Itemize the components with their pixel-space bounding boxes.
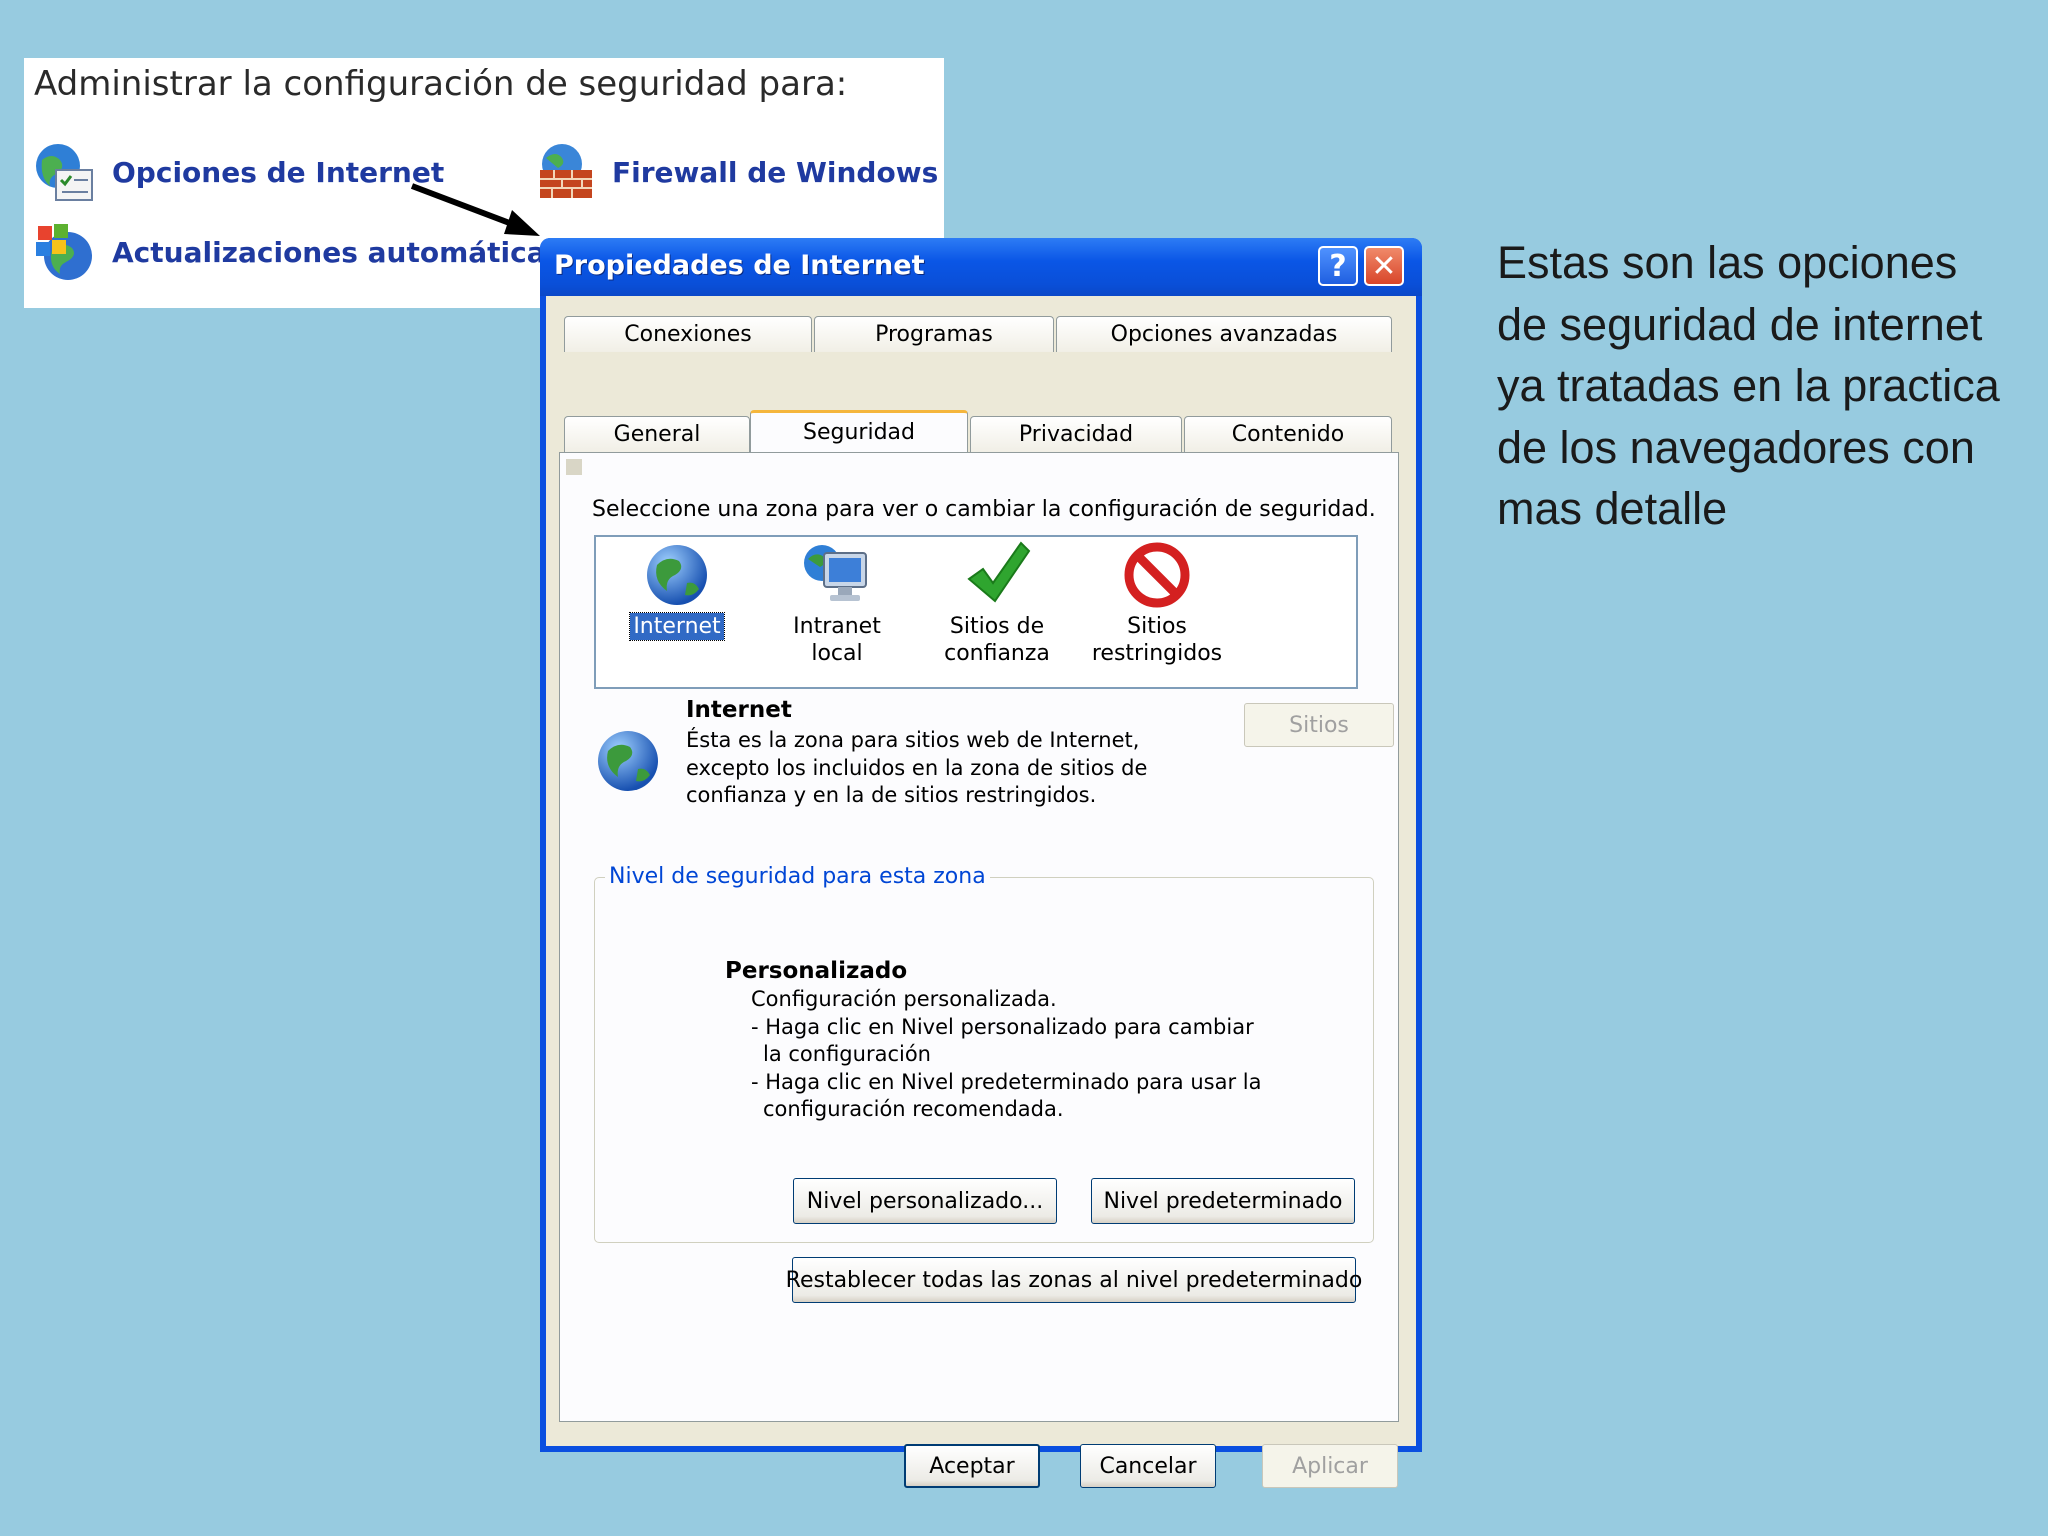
internet-options-link[interactable]: Opciones de Internet <box>32 140 444 204</box>
zone-restricted-label-1: Sitios <box>1127 614 1187 639</box>
internet-options-label: Opciones de Internet <box>112 155 445 189</box>
security-tab-page: Seleccione una zona para ver o cambiar l… <box>559 452 1399 1422</box>
ok-button[interactable]: Aceptar <box>904 1444 1040 1488</box>
windows-update-icon <box>36 224 92 280</box>
security-level-line: Configuración personalizada. <box>751 987 1057 1011</box>
security-level-group: Nivel de seguridad para esta zona Person… <box>594 864 1374 1243</box>
security-level-line: la configuración <box>763 1042 931 1066</box>
security-panel-title: Administrar la configuración de segurida… <box>34 64 848 104</box>
custom-level-button[interactable]: Nivel personalizado... <box>793 1178 1057 1224</box>
security-level-legend: Nivel de seguridad para esta zona <box>605 864 990 889</box>
zone-internet[interactable]: Internet <box>602 541 752 641</box>
focus-marker <box>566 459 582 475</box>
default-level-button[interactable]: Nivel predeterminado <box>1091 1178 1355 1224</box>
tab-opciones-avanzadas[interactable]: Opciones avanzadas <box>1056 316 1392 352</box>
security-level-line: configuración recomendada. <box>763 1097 1064 1121</box>
zone-info-line: excepto los incluidos en la zona de siti… <box>686 755 1148 780</box>
zone-intranet-label: Intranet local <box>793 614 881 666</box>
globe-icon <box>647 545 707 605</box>
dialog-titlebar[interactable]: Propiedades de Internet ? ✕ <box>540 238 1422 296</box>
zone-info-line: Ésta es la zona para sitios web de Inter… <box>686 728 1140 752</box>
security-level-title: Personalizado <box>725 958 908 984</box>
tab-contenido[interactable]: Contenido <box>1184 416 1392 452</box>
dialog-client: Conexiones Programas Opciones avanzadas … <box>546 296 1416 1488</box>
tab-programas[interactable]: Programas <box>814 316 1054 352</box>
zone-trusted-label-1: Sitios de <box>949 614 1045 639</box>
zone-info-globe-icon <box>598 731 658 791</box>
sites-button[interactable]: Sitios <box>1244 703 1394 747</box>
dialog-title: Propiedades de Internet <box>554 250 925 281</box>
close-button[interactable]: ✕ <box>1364 246 1404 286</box>
security-level-description: Configuración personalizada. - Haga clic… <box>751 986 1311 1124</box>
checkmark-icon <box>967 541 1031 603</box>
zone-info-description: Ésta es la zona para sitios web de Inter… <box>686 727 1206 810</box>
tab-conexiones[interactable]: Conexiones <box>564 316 812 352</box>
zones-list: Internet Intranet local Sitios de confia… <box>594 535 1358 689</box>
zone-restricted-sites[interactable]: Sitios restringidos <box>1082 541 1232 667</box>
firewall-link[interactable]: Firewall de Windows <box>532 140 938 204</box>
zone-internet-label: Internet <box>629 612 725 641</box>
security-level-line: - Haga clic en Nivel predeterminado para… <box>751 1069 1262 1094</box>
help-button[interactable]: ? <box>1318 246 1358 286</box>
tab-privacidad[interactable]: Privacidad <box>970 416 1182 452</box>
tab-seguridad[interactable]: Seguridad <box>750 410 968 452</box>
pointer-arrow-icon <box>410 183 540 236</box>
zone-trusted-sites[interactable]: Sitios de confianza <box>922 541 1072 667</box>
internet-options-icon <box>36 144 93 201</box>
reset-all-zones-button[interactable]: Restablecer todas las zonas al nivel pre… <box>786 1257 1362 1303</box>
apply-button[interactable]: Aplicar <box>1262 1444 1398 1488</box>
zone-restricted-label-2: restringidos <box>1091 641 1223 666</box>
zone-trusted-label-2: confianza <box>944 641 1050 666</box>
zone-info-line: confianza y en la de sitios restringidos… <box>686 783 1097 807</box>
intranet-computer-icon <box>804 545 867 601</box>
slide-description: Estas son las opciones de seguridad de i… <box>1497 237 2000 534</box>
cancel-button[interactable]: Cancelar <box>1080 1444 1216 1488</box>
security-level-line: - Haga clic en Nivel personalizado para … <box>751 1014 1254 1039</box>
tab-general[interactable]: General <box>564 416 750 452</box>
restricted-icon <box>1124 542 1190 608</box>
internet-properties-dialog: Propiedades de Internet ? ✕ Conexiones P… <box>540 238 1422 1488</box>
zone-prompt: Seleccione una zona para ver o cambiar l… <box>592 497 1376 522</box>
firewall-label: Firewall de Windows <box>612 155 939 189</box>
zone-info-title: Internet <box>686 697 792 723</box>
zone-intranet-local[interactable]: Intranet local <box>762 541 912 667</box>
